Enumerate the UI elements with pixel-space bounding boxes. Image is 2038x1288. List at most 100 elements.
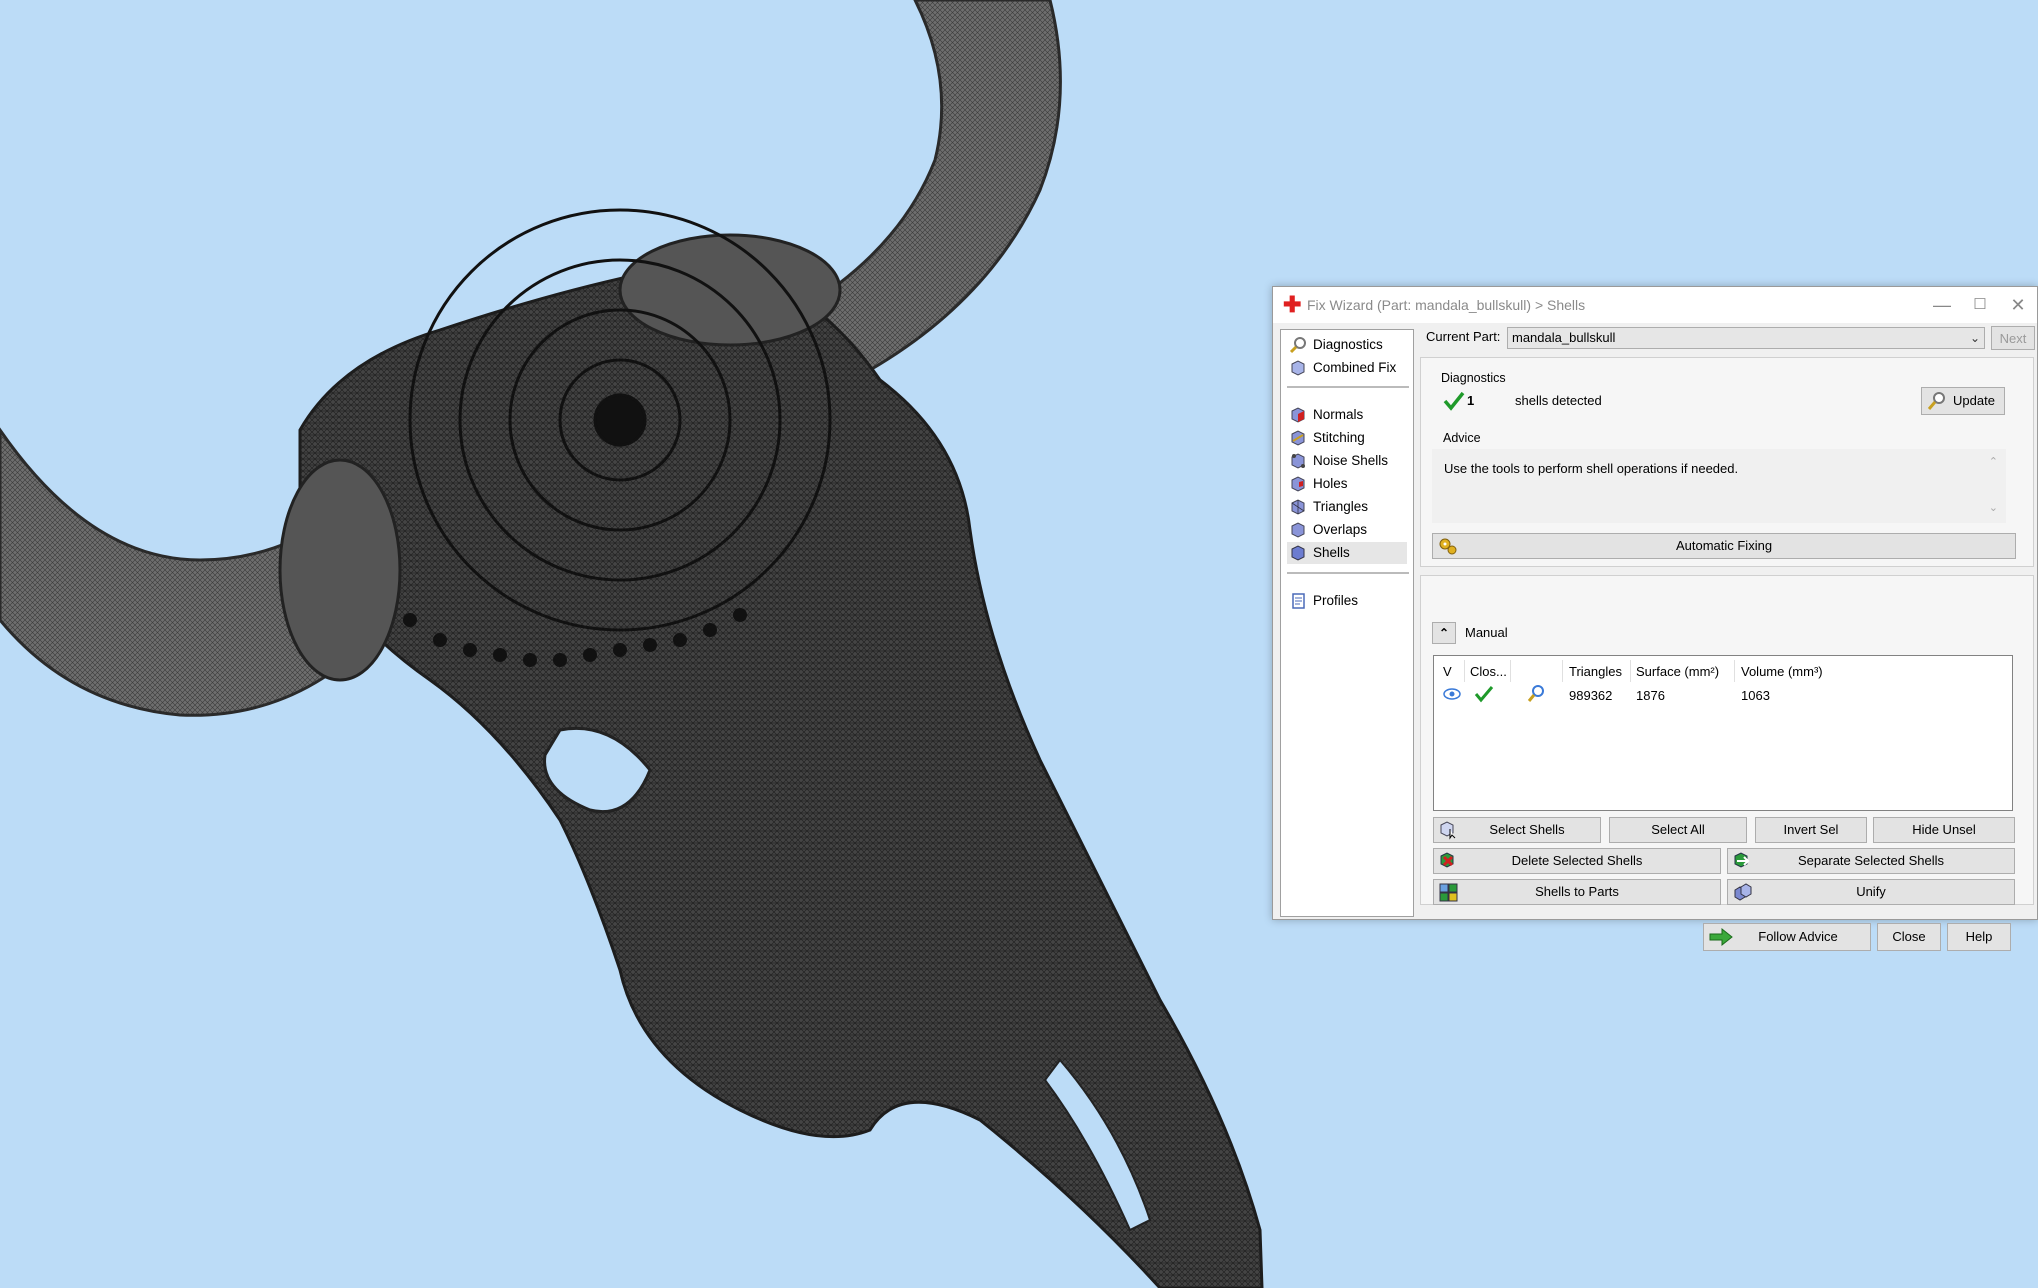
magnifier-icon xyxy=(1927,392,1945,410)
nav-item-label: Holes xyxy=(1313,476,1348,491)
nav-item-noise-shells[interactable]: Noise Shells xyxy=(1287,450,1407,472)
chevron-down-icon: ⌄ xyxy=(1969,331,1980,345)
collapse-manual-button[interactable]: ⌃ xyxy=(1432,622,1456,644)
automatic-fixing-label: Automatic Fixing xyxy=(1675,538,1773,553)
nav-separator xyxy=(1287,572,1409,574)
maximize-button[interactable]: ☐ xyxy=(1961,291,1999,319)
column-separator xyxy=(1464,660,1465,682)
title-bar[interactable]: ✚ Fix Wizard (Part: mandala_bullskull) >… xyxy=(1273,287,2037,323)
current-part-select[interactable]: mandala_bullskull ⌄ xyxy=(1507,327,1985,349)
wizard-nav: Diagnostics Combined Fix Normals Stitchi… xyxy=(1280,329,1414,917)
minimize-button[interactable]: — xyxy=(1923,291,1961,319)
invert-sel-button[interactable]: Invert Sel xyxy=(1755,817,1867,843)
diagnostics-text: shells detected xyxy=(1515,393,1602,408)
separate-selected-shells-button[interactable]: Separate Selected Shells xyxy=(1727,848,2015,874)
current-part-label: Current Part: xyxy=(1426,329,1501,344)
shells-table[interactable]: V Clos... Triangles Surface (mm²) Volume… xyxy=(1433,655,2013,811)
nav-item-stitching[interactable]: Stitching xyxy=(1287,427,1407,449)
scroll-down-icon[interactable]: ⌄ xyxy=(1989,501,1998,514)
update-button[interactable]: Update xyxy=(1921,387,2005,415)
eye-icon[interactable] xyxy=(1442,687,1462,701)
separate-shell-icon xyxy=(1734,852,1750,868)
shells-to-parts-icon xyxy=(1439,883,1458,902)
nav-item-label: Noise Shells xyxy=(1313,453,1389,468)
update-label: Update xyxy=(1953,393,1995,408)
help-button[interactable]: Help xyxy=(1947,923,2011,951)
column-header[interactable]: Clos... xyxy=(1470,664,1507,679)
unify-label: Unify xyxy=(1856,884,1886,899)
nav-item-holes[interactable]: Holes xyxy=(1287,473,1407,495)
nav-item-shells[interactable]: Shells xyxy=(1287,542,1407,564)
next-button[interactable]: Next xyxy=(1991,326,2035,350)
advice-box: Use the tools to perform shell operation… xyxy=(1432,449,2006,523)
delete-selected-shells-button[interactable]: Delete Selected Shells xyxy=(1433,848,1721,874)
column-header[interactable]: Triangles xyxy=(1569,664,1622,679)
3d-viewport[interactable] xyxy=(0,0,1275,1288)
wizard-body: Diagnostics Combined Fix Normals Stitchi… xyxy=(1273,323,2037,951)
follow-advice-label: Follow Advice xyxy=(1758,929,1838,944)
nav-item-label: Stitching xyxy=(1313,430,1365,445)
shells-to-parts-button[interactable]: Shells to Parts xyxy=(1433,879,1721,905)
delete-shell-icon xyxy=(1440,852,1454,868)
diagnostics-title: Diagnostics xyxy=(1441,371,1506,385)
select-cube-icon xyxy=(1440,821,1456,840)
column-header[interactable]: Surface (mm²) xyxy=(1636,664,1719,679)
follow-advice-button[interactable]: Follow Advice xyxy=(1703,923,1871,951)
nav-item-label: Combined Fix xyxy=(1313,360,1397,375)
unify-cubes-icon xyxy=(1734,883,1752,901)
holes-cube-icon xyxy=(1291,476,1305,492)
magnifier-icon xyxy=(1289,337,1306,354)
nav-item-label: Triangles xyxy=(1313,499,1369,514)
select-shells-label: Select Shells xyxy=(1489,822,1565,837)
column-separator xyxy=(1734,660,1735,682)
nav-item-normals[interactable]: Normals xyxy=(1287,404,1407,426)
shells-to-parts-label: Shells to Parts xyxy=(1535,884,1619,899)
overlaps-cube-icon xyxy=(1291,522,1305,538)
column-header[interactable]: V xyxy=(1443,664,1452,679)
select-all-button[interactable]: Select All xyxy=(1609,817,1747,843)
separate-selected-shells-label: Separate Selected Shells xyxy=(1798,853,1944,868)
current-part-value: mandala_bullskull xyxy=(1512,330,1616,345)
delete-selected-shells-label: Delete Selected Shells xyxy=(1511,853,1643,868)
automatic-fixing-button[interactable]: Automatic Fixing xyxy=(1432,533,2016,559)
close-button[interactable]: Close xyxy=(1877,923,1941,951)
nav-separator xyxy=(1287,386,1409,388)
manual-title: Manual xyxy=(1465,625,1508,640)
column-separator xyxy=(1562,660,1563,682)
magnifier-icon[interactable] xyxy=(1526,684,1546,704)
nav-item-label: Diagnostics xyxy=(1313,337,1383,352)
shells-cube-icon xyxy=(1291,545,1305,561)
hide-unsel-button[interactable]: Hide Unsel xyxy=(1873,817,2015,843)
column-separator xyxy=(1630,660,1631,682)
select-shells-button[interactable]: Select Shells xyxy=(1433,817,1601,843)
shell-count: 1 xyxy=(1467,393,1475,408)
triangles-cell: 989362 xyxy=(1569,688,1613,703)
advice-title: Advice xyxy=(1443,431,1481,445)
triangles-cube-icon xyxy=(1291,499,1305,515)
cube-icon xyxy=(1291,360,1305,376)
checkmark-icon xyxy=(1443,391,1465,411)
closed-checkmark-icon xyxy=(1474,686,1494,703)
nav-item-label: Overlaps xyxy=(1313,522,1368,537)
volume-cell: 1063 xyxy=(1741,688,1770,703)
close-window-button[interactable]: ✕ xyxy=(1999,291,2037,319)
gears-icon xyxy=(1439,538,1457,555)
nav-item-combined-fix[interactable]: Combined Fix xyxy=(1287,357,1407,379)
column-header[interactable]: Volume (mm³) xyxy=(1741,664,1823,679)
normals-cube-icon xyxy=(1291,407,1305,423)
nav-item-profiles[interactable]: Profiles xyxy=(1287,590,1407,612)
column-separator xyxy=(1510,660,1511,682)
unify-button[interactable]: Unify xyxy=(1727,879,2015,905)
nav-item-label: Normals xyxy=(1313,407,1364,422)
nav-item-diagnostics[interactable]: Diagnostics xyxy=(1287,334,1407,356)
stitching-cube-icon xyxy=(1291,430,1305,446)
scroll-up-icon[interactable]: ⌃ xyxy=(1989,455,1998,468)
nav-item-overlaps[interactable]: Overlaps xyxy=(1287,519,1407,541)
nav-item-triangles[interactable]: Triangles xyxy=(1287,496,1407,518)
surface-cell: 1876 xyxy=(1636,688,1665,703)
nav-item-label: Profiles xyxy=(1313,593,1359,608)
bull-skull-mesh[interactable] xyxy=(0,0,1275,1288)
green-arrow-icon xyxy=(1709,927,1733,947)
red-cross-app-icon: ✚ xyxy=(1283,292,1302,317)
noise-shells-icon xyxy=(1291,453,1305,469)
